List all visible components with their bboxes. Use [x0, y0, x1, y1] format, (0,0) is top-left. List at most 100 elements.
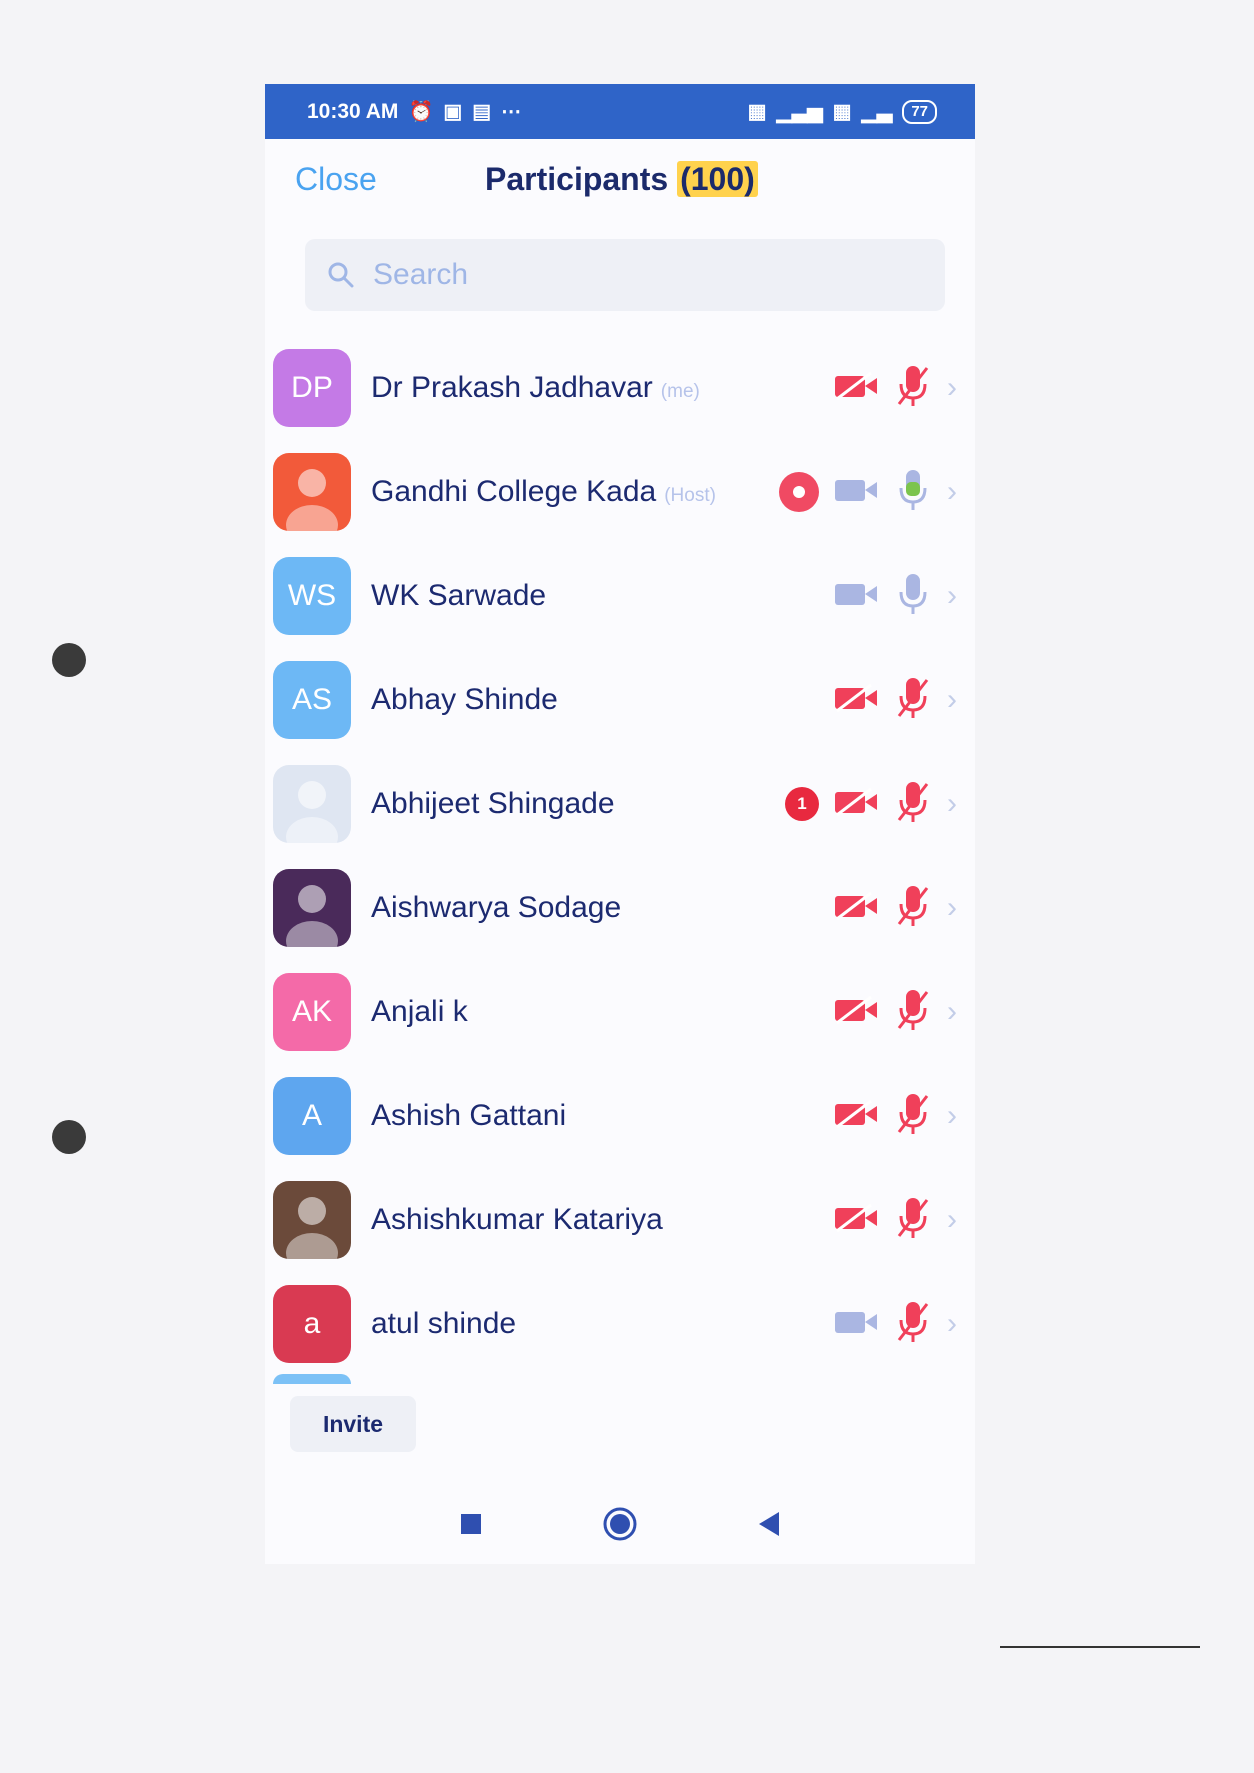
binder-hole: [52, 1120, 86, 1154]
participant-name: Dr Prakash Jadhavar (me): [371, 371, 700, 405]
participant-name-text: Dr Prakash Jadhavar: [371, 371, 653, 404]
recent-apps-icon[interactable]: [459, 1512, 483, 1536]
avatar-initials: WS: [287, 579, 337, 612]
status-time: 10:30 AM: [307, 99, 399, 123]
participant-name-text: Gandhi College Kada: [371, 475, 657, 508]
participant-row[interactable]: AK Anjali k ›: [273, 960, 973, 1064]
video-off-icon: [833, 995, 879, 1030]
avatar: [273, 453, 351, 531]
chevron-right-icon: ›: [947, 995, 957, 1028]
participant-name-text: Ashish Gattani: [371, 1099, 567, 1132]
android-nav-bar: [265, 1494, 975, 1554]
mic-icon: [893, 468, 933, 517]
participant-controls: ›: [833, 856, 957, 960]
avatar-initials: DP: [291, 371, 333, 404]
chevron-right-icon: ›: [947, 1203, 957, 1236]
participant-controls: ›: [833, 336, 957, 440]
participant-row[interactable]: A Ashish Gattani ›: [273, 1064, 973, 1168]
participant-name: Abhijeet Shingade: [371, 787, 615, 821]
chevron-right-icon: ›: [947, 683, 957, 716]
avatar: [273, 1181, 351, 1259]
video-off-icon: [833, 1099, 879, 1134]
participant-row[interactable]: Ashishkumar Katariya ›: [273, 1168, 973, 1272]
invite-button[interactable]: Invite: [290, 1396, 416, 1452]
avatar: [273, 869, 351, 947]
participants-header: Close Participants (100): [265, 139, 975, 229]
participant-row[interactable]: Gandhi College Kada (Host) ›: [273, 440, 973, 544]
alarm-icon: ⏰: [408, 100, 434, 123]
signal-icon: ▁▃▅: [776, 100, 823, 123]
video-icon: [833, 579, 879, 614]
back-icon[interactable]: [757, 1511, 781, 1537]
participant-name-text: Abhijeet Shingade: [371, 787, 615, 820]
mic-muted-icon: [893, 1300, 933, 1349]
participant-controls: ›: [779, 440, 957, 544]
chevron-right-icon: ›: [947, 1099, 957, 1132]
participant-row[interactable]: a atul shinde ›: [273, 1272, 973, 1376]
participant-name: Gandhi College Kada (Host): [371, 475, 716, 509]
page-title: Participants (100): [485, 161, 758, 198]
participant-controls: ›: [833, 1168, 957, 1272]
more-dots-icon: ⋯: [501, 100, 522, 123]
chevron-right-icon: ›: [947, 579, 957, 612]
avatar: WS: [273, 557, 351, 635]
participant-row[interactable]: Aishwarya Sodage ›: [273, 856, 973, 960]
search-input[interactable]: [371, 257, 935, 293]
participant-list: DP Dr Prakash Jadhavar (me) › Gandhi College…: [273, 336, 973, 1376]
video-off-icon: [833, 787, 879, 822]
paper-edge: [1000, 1646, 1200, 1648]
video-off-icon: [833, 891, 879, 926]
participant-name: Abhay Shinde: [371, 683, 558, 717]
avatar-initials: A: [301, 1099, 322, 1132]
lr-app-icon: ▤: [472, 100, 492, 123]
participant-name-text: Abhay Shinde: [371, 683, 558, 716]
participant-row[interactable]: Abhijeet Shingade 1 ›: [273, 752, 973, 856]
mic-muted-icon: [893, 364, 933, 413]
participant-name-text: atul shinde: [371, 1307, 517, 1340]
video-icon: [833, 1307, 879, 1342]
partial-avatar: [273, 1374, 351, 1384]
message-icon: ▣: [443, 100, 463, 123]
avatar-photo-icon: [286, 781, 338, 843]
avatar-photo-icon: [286, 469, 338, 531]
participant-row[interactable]: DP Dr Prakash Jadhavar (me) ›: [273, 336, 973, 440]
chevron-right-icon: ›: [947, 1307, 957, 1340]
participant-name: atul shinde: [371, 1307, 516, 1341]
mic-muted-icon: [893, 884, 933, 933]
sim1-icon: ▦: [747, 100, 767, 123]
search-bar[interactable]: [305, 239, 945, 311]
unread-badge: 1: [785, 787, 819, 821]
participant-count: (100): [677, 161, 758, 197]
avatar: AK: [273, 973, 351, 1051]
video-icon: [833, 475, 879, 510]
search-icon: [328, 262, 354, 288]
home-icon[interactable]: [603, 1507, 637, 1541]
binder-hole: [52, 643, 86, 677]
avatar-photo-icon: [286, 1197, 338, 1259]
avatar-initials: AK: [291, 995, 333, 1028]
phone-screen: 10:30 AM ⏰ ▣ ▤ ⋯ ▦ ▁▃▅ ▦ ▁▃ 77 Close Par…: [265, 84, 975, 1564]
chevron-right-icon: ›: [947, 475, 957, 508]
video-off-icon: [833, 371, 879, 406]
avatar: A: [273, 1077, 351, 1155]
avatar-initials: AS: [291, 683, 333, 716]
mic-muted-icon: [893, 988, 933, 1037]
participant-name-text: WK Sarwade: [371, 579, 547, 612]
close-button[interactable]: Close: [295, 161, 377, 198]
participant-name: WK Sarwade: [371, 579, 546, 613]
participant-controls: ›: [833, 960, 957, 1064]
avatar: a: [273, 1285, 351, 1363]
participant-controls: ›: [833, 648, 957, 752]
video-off-icon: [833, 683, 879, 718]
mic-muted-icon: [893, 1196, 933, 1245]
mic-icon: [893, 572, 933, 621]
participant-row[interactable]: AS Abhay Shinde ›: [273, 648, 973, 752]
battery-indicator: 77: [902, 99, 937, 124]
avatar-photo-icon: [286, 885, 338, 947]
participant-name: Anjali k: [371, 995, 468, 1029]
participant-name-text: Aishwarya Sodage: [371, 891, 622, 924]
participant-row[interactable]: WS WK Sarwade ›: [273, 544, 973, 648]
chevron-right-icon: ›: [947, 371, 957, 404]
participant-controls: ›: [833, 544, 957, 648]
title-text: Participants: [485, 161, 669, 197]
